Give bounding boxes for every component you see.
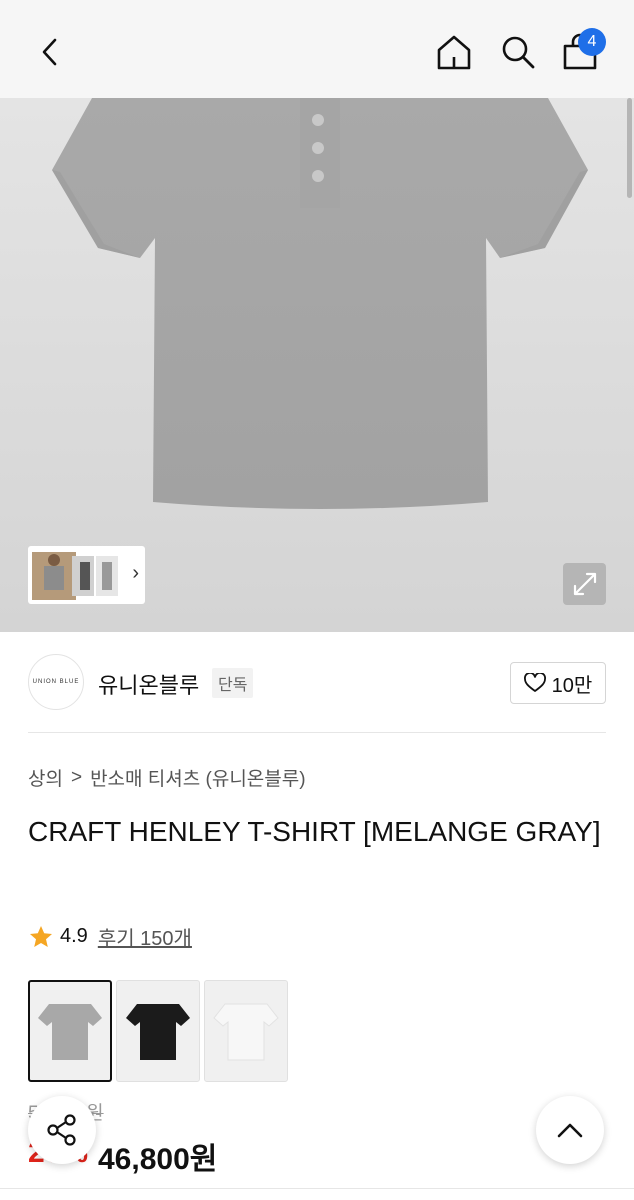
scroll-to-top-button[interactable] xyxy=(536,1096,604,1164)
rating-row: 4.9 후기 150개 xyxy=(28,922,192,951)
top-navigation-bar: 4 xyxy=(0,10,634,98)
heart-icon xyxy=(523,673,546,692)
breadcrumb-subcategory[interactable]: 반소매 티셔츠 (유니온블루) xyxy=(90,764,306,791)
like-count: 10만 xyxy=(551,674,593,697)
color-option-gray[interactable] xyxy=(28,980,112,1082)
product-title: CRAFT HENLEY T-SHIRT [MELANGE GRAY] xyxy=(28,816,601,847)
chevron-left-icon xyxy=(42,38,57,66)
cart-count-badge: 4 xyxy=(578,28,606,56)
brand-logo-text: UNION BLUE xyxy=(32,679,80,685)
expand-image-button[interactable] xyxy=(563,563,606,605)
breadcrumb-separator: > xyxy=(70,766,83,788)
brand-name[interactable]: 유니온블루 xyxy=(98,668,199,700)
breadcrumb-category[interactable]: 상의 xyxy=(28,764,63,791)
color-options xyxy=(28,980,288,1082)
gallery-thumbnail-strip[interactable]: › xyxy=(28,546,145,604)
exclusive-badge: 단독 xyxy=(212,668,254,698)
color-option-black[interactable] xyxy=(116,980,200,1082)
back-button[interactable] xyxy=(28,30,72,74)
chevron-right-icon: › xyxy=(132,562,139,584)
share-button[interactable] xyxy=(28,1096,96,1164)
sale-price: 46,800원 xyxy=(98,1143,218,1176)
search-button[interactable] xyxy=(496,30,540,74)
expand-icon xyxy=(573,572,596,596)
breadcrumb: 상의 > 반소매 티셔츠 (유니온블루) xyxy=(28,764,306,791)
chevron-up-icon xyxy=(557,1123,583,1138)
share-icon xyxy=(47,1114,76,1146)
scroll-indicator[interactable] xyxy=(627,98,632,198)
rating-value: 4.9 xyxy=(60,925,88,947)
divider xyxy=(0,1188,634,1189)
color-option-white[interactable] xyxy=(204,980,288,1082)
reviews-link[interactable]: 후기 150개 xyxy=(98,922,192,951)
status-bar xyxy=(0,0,634,10)
brand-row: UNION BLUE 유니온블루 단독 10만 xyxy=(28,654,606,710)
divider xyxy=(28,732,606,733)
brand-logo[interactable]: UNION BLUE xyxy=(28,654,84,710)
gallery-thumbnails xyxy=(32,550,118,600)
search-icon xyxy=(502,36,535,69)
home-icon xyxy=(437,35,471,70)
home-button[interactable] xyxy=(432,30,476,74)
star-icon xyxy=(30,925,52,947)
brand-like-button[interactable]: 10만 xyxy=(510,662,606,704)
